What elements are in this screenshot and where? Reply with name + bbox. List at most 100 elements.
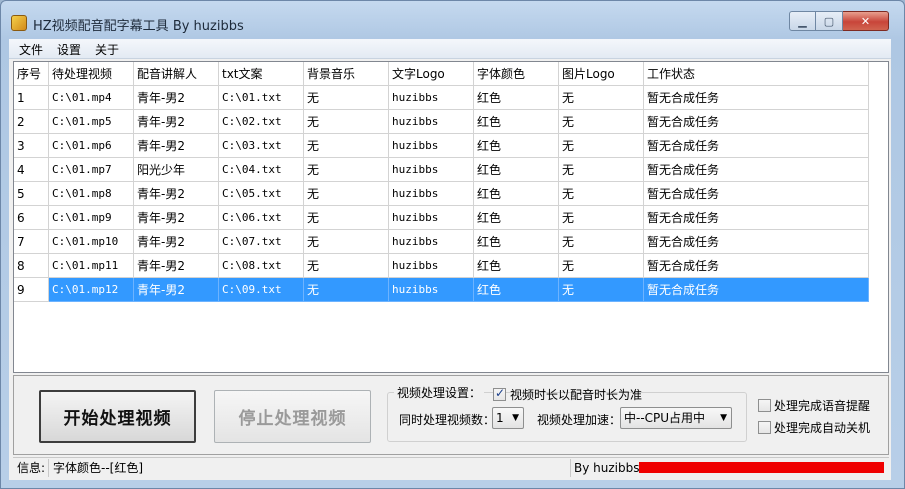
table-cell[interactable]: C:\02.txt <box>219 110 304 134</box>
table-cell[interactable]: 无 <box>559 182 644 206</box>
duration-checkbox[interactable] <box>493 386 506 401</box>
close-button[interactable]: ✕ <box>843 11 889 31</box>
table-cell[interactable]: huzibbs <box>389 158 474 182</box>
table-cell[interactable]: 红色 <box>474 230 559 254</box>
column-header[interactable]: 工作状态 <box>644 62 869 86</box>
table-cell[interactable]: C:\01.mp5 <box>49 110 134 134</box>
table-cell[interactable]: 无 <box>559 230 644 254</box>
table-cell[interactable]: 无 <box>304 278 389 302</box>
table-row[interactable]: 5 C:\01.mp8 青年-男2 C:\05.txt 无 huzibbs 红色无暂无合成任… <box>14 182 869 206</box>
table-cell[interactable]: C:\09.txt <box>219 278 304 302</box>
table-cell[interactable]: C:\07.txt <box>219 230 304 254</box>
table-cell[interactable]: huzibbs <box>389 86 474 110</box>
table-cell[interactable]: 红色 <box>474 206 559 230</box>
minimize-button[interactable]: ▁ <box>789 11 816 31</box>
table-cell[interactable]: huzibbs <box>389 278 474 302</box>
table-cell[interactable]: C:\04.txt <box>219 158 304 182</box>
table-cell[interactable]: 无 <box>304 254 389 278</box>
table-cell[interactable]: 无 <box>304 158 389 182</box>
table-cell[interactable]: 2 <box>14 110 49 134</box>
table-cell[interactable]: 1 <box>14 86 49 110</box>
table-cell[interactable]: C:\01.mp9 <box>49 206 134 230</box>
table-cell[interactable]: 暂无合成任务 <box>644 278 869 302</box>
table-row[interactable]: 2 C:\01.mp5 青年-男2 C:\02.txt 无 huzibbs 红色无暂无合成任… <box>14 110 869 134</box>
table-cell[interactable]: huzibbs <box>389 206 474 230</box>
table-cell[interactable]: C:\01.mp7 <box>49 158 134 182</box>
table-cell[interactable]: 无 <box>304 206 389 230</box>
auto-shutdown-checkbox[interactable] <box>758 421 771 434</box>
table-cell[interactable]: 7 <box>14 230 49 254</box>
menu-settings[interactable]: 设置 <box>57 41 81 58</box>
table-cell[interactable]: huzibbs <box>389 110 474 134</box>
table-row[interactable]: 4 C:\01.mp7 阳光少年 C:\04.txt 无 huzibbs 红色无暂无合成任务 <box>14 158 869 182</box>
table-cell[interactable]: 红色 <box>474 134 559 158</box>
table-cell[interactable]: 青年-男2 <box>134 278 219 302</box>
table-row[interactable]: 1 C:\01.mp4 青年-男2 C:\01.txt 无 huzibbs 红色无暂无合成任… <box>14 86 869 110</box>
table-cell[interactable]: 5 <box>14 182 49 206</box>
accel-select[interactable]: 中--CPU占用中 ▼ <box>620 407 732 429</box>
maximize-button[interactable]: ▢ <box>816 11 843 31</box>
table-cell[interactable]: 无 <box>304 86 389 110</box>
table-cell[interactable]: 6 <box>14 206 49 230</box>
table-cell[interactable]: C:\01.mp4 <box>49 86 134 110</box>
table-cell[interactable]: C:\01.txt <box>219 86 304 110</box>
table-cell[interactable]: 无 <box>559 206 644 230</box>
table-cell[interactable]: 无 <box>559 110 644 134</box>
table-row[interactable]: 6 C:\01.mp9 青年-男2 C:\06.txt 无 huzibbs 红色无暂无合成任… <box>14 206 869 230</box>
table-cell[interactable]: C:\01.mp10 <box>49 230 134 254</box>
table-cell[interactable]: 青年-男2 <box>134 182 219 206</box>
table-cell[interactable]: 3 <box>14 134 49 158</box>
table-cell[interactable]: C:\03.txt <box>219 134 304 158</box>
menu-file[interactable]: 文件 <box>19 41 43 58</box>
table-cell[interactable]: 红色 <box>474 278 559 302</box>
column-header[interactable]: 图片Logo <box>559 62 644 86</box>
table-cell[interactable]: 红色 <box>474 110 559 134</box>
table-row[interactable]: 8 C:\01.mp11 青年-男2 C:\08.txt 无 huzibbs 红色无暂无合成… <box>14 254 869 278</box>
column-header[interactable]: 背景音乐 <box>304 62 389 86</box>
start-processing-button[interactable]: 开始处理视频 <box>39 390 196 443</box>
column-header[interactable]: 待处理视频 <box>49 62 134 86</box>
column-header[interactable]: txt文案 <box>219 62 304 86</box>
table-cell[interactable]: C:\01.mp8 <box>49 182 134 206</box>
voice-alert-label[interactable]: 处理完成语音提醒 <box>774 397 870 414</box>
table-cell[interactable]: 红色 <box>474 254 559 278</box>
table-cell[interactable]: huzibbs <box>389 182 474 206</box>
column-header[interactable]: 序号 <box>14 62 49 86</box>
table-row[interactable]: 9 C:\01.mp12 青年-男2 C:\09.txt 无 huzibbs 红色无暂无合成… <box>14 278 869 302</box>
table-cell[interactable]: C:\01.mp12 <box>49 278 134 302</box>
table-cell[interactable]: 暂无合成任务 <box>644 230 869 254</box>
table-cell[interactable]: 无 <box>304 182 389 206</box>
table-cell[interactable]: C:\08.txt <box>219 254 304 278</box>
table-cell[interactable]: 无 <box>304 134 389 158</box>
table-cell[interactable]: 暂无合成任务 <box>644 182 869 206</box>
table-cell[interactable]: 无 <box>559 278 644 302</box>
table-cell[interactable]: C:\01.mp11 <box>49 254 134 278</box>
table-cell[interactable]: huzibbs <box>389 230 474 254</box>
table-cell[interactable]: 青年-男2 <box>134 110 219 134</box>
table-cell[interactable]: 无 <box>559 134 644 158</box>
table-cell[interactable]: 无 <box>559 158 644 182</box>
table-cell[interactable]: 青年-男2 <box>134 134 219 158</box>
table-cell[interactable]: huzibbs <box>389 254 474 278</box>
title-bar[interactable]: HZ视频配音配字幕工具 By huzibbs ▁ ▢ ✕ <box>1 1 904 39</box>
column-header[interactable]: 配音讲解人 <box>134 62 219 86</box>
table-cell[interactable]: C:\06.txt <box>219 206 304 230</box>
table-cell[interactable]: C:\05.txt <box>219 182 304 206</box>
stop-processing-button[interactable]: 停止处理视频 <box>214 390 371 443</box>
table-cell[interactable]: 红色 <box>474 86 559 110</box>
auto-shutdown-label[interactable]: 处理完成自动关机 <box>774 419 870 436</box>
table-cell[interactable]: 9 <box>14 278 49 302</box>
table-cell[interactable]: 暂无合成任务 <box>644 206 869 230</box>
table-row[interactable]: 7 C:\01.mp10 青年-男2 C:\07.txt 无 huzibbs 红色无暂无合成… <box>14 230 869 254</box>
table-cell[interactable]: 青年-男2 <box>134 86 219 110</box>
table-row[interactable]: 3 C:\01.mp6 青年-男2 C:\03.txt 无 huzibbs 红色无暂无合成任… <box>14 134 869 158</box>
table-cell[interactable]: 8 <box>14 254 49 278</box>
table-cell[interactable]: C:\01.mp6 <box>49 134 134 158</box>
table-cell[interactable]: 暂无合成任务 <box>644 254 869 278</box>
table-cell[interactable]: 暂无合成任务 <box>644 134 869 158</box>
table-cell[interactable]: 无 <box>559 254 644 278</box>
table-cell[interactable]: 青年-男2 <box>134 230 219 254</box>
column-header[interactable]: 文字Logo <box>389 62 474 86</box>
table-cell[interactable]: 暂无合成任务 <box>644 86 869 110</box>
menu-about[interactable]: 关于 <box>95 41 119 58</box>
